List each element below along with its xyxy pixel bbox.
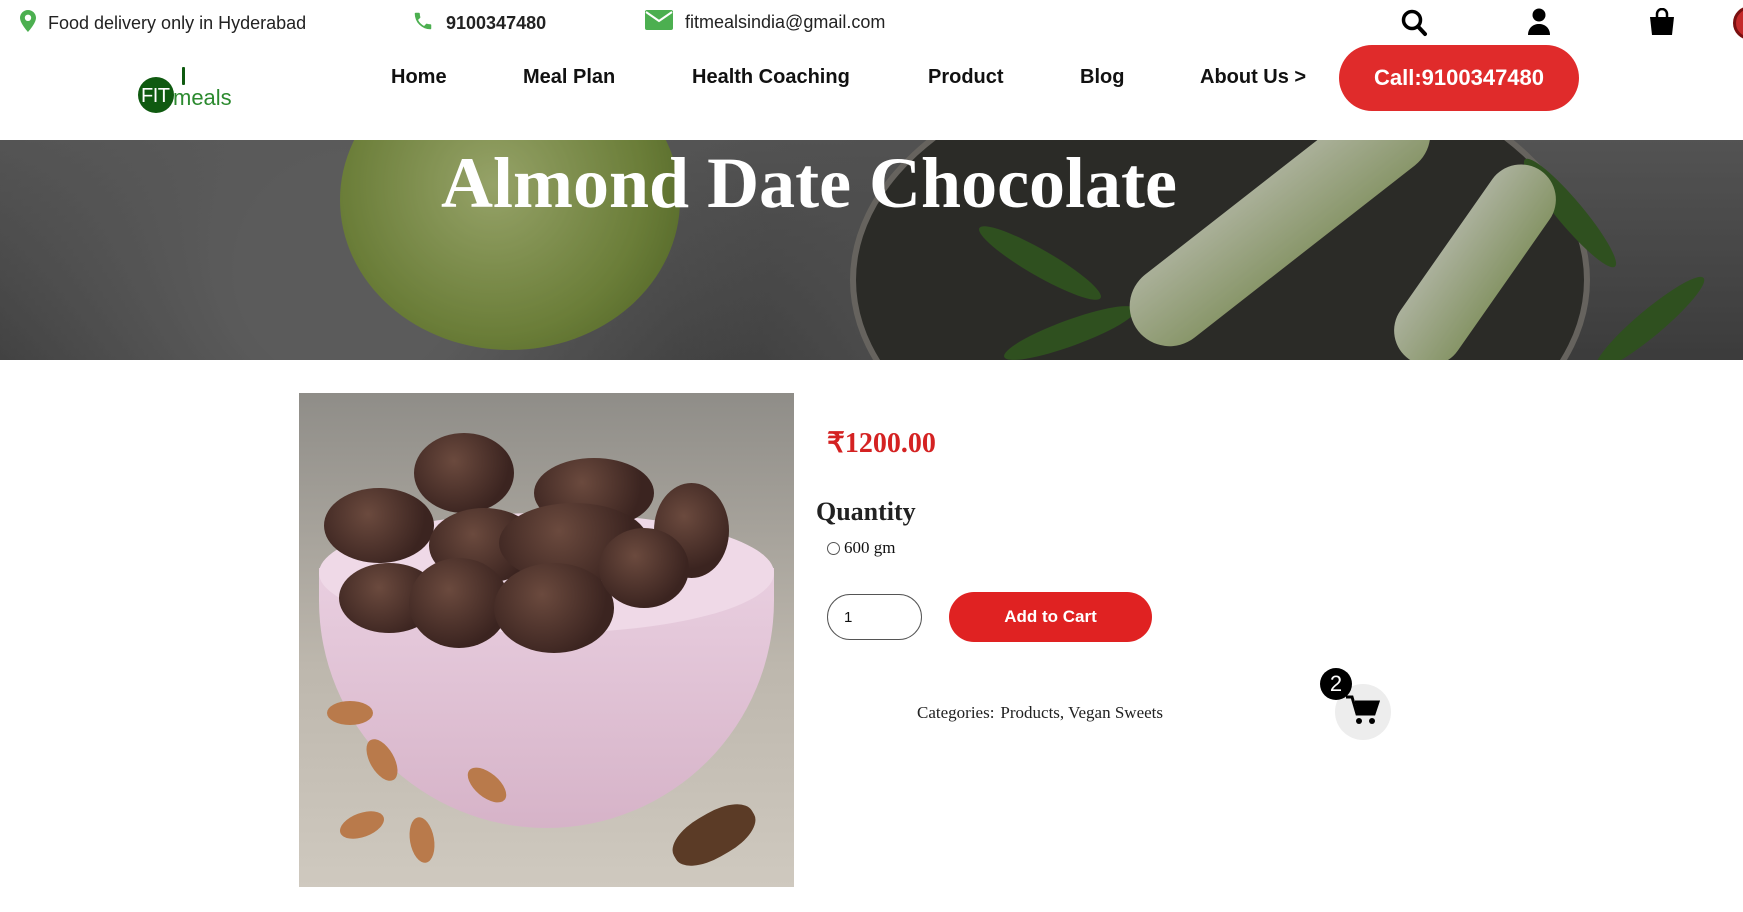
- nav-about-us[interactable]: About Us >: [1200, 66, 1306, 89]
- phone-number: 9100347480: [446, 13, 547, 33]
- nav-home[interactable]: Home: [391, 66, 447, 89]
- phone-icon: [412, 10, 446, 37]
- email-contact[interactable]: fitmealsindia@gmail.com: [645, 10, 885, 35]
- phone-contact[interactable]: 9100347480: [412, 10, 546, 37]
- search-icon[interactable]: [1400, 8, 1440, 38]
- option-radio[interactable]: [827, 541, 840, 555]
- product-image: [299, 393, 794, 887]
- top-info-bar: Food delivery only in Hyderabad 91003474…: [0, 0, 1743, 46]
- product-categories: Categories: Products, Vegan Sweets: [917, 703, 1163, 723]
- chocolate-piece: [324, 488, 434, 563]
- categories-value[interactable]: Products, Vegan Sweets: [1000, 703, 1163, 722]
- almond: [406, 815, 438, 865]
- chocolate-piece: [599, 528, 689, 608]
- mail-icon: [645, 10, 685, 35]
- page-title: Almond Date Chocolate: [0, 142, 1743, 225]
- quantity-option[interactable]: 600 gm: [827, 538, 895, 558]
- add-to-cart-button[interactable]: Add to Cart: [949, 592, 1152, 642]
- quantity-label: Quantity: [816, 497, 916, 526]
- almond: [327, 701, 373, 725]
- quantity-input[interactable]: 1: [827, 594, 922, 640]
- delivery-info: Food delivery only in Hyderabad: [20, 10, 306, 37]
- cart-icon: [1346, 695, 1381, 730]
- user-icon[interactable]: [1528, 8, 1562, 38]
- product-price: ₹1200.00: [827, 428, 936, 459]
- edge-widget[interactable]: [1733, 6, 1743, 40]
- page-title-text: Almond Date Chocolate: [441, 143, 1177, 223]
- cart-count-badge: 2: [1320, 668, 1352, 700]
- categories-label: Categories:: [917, 703, 995, 722]
- bag-icon[interactable]: [1648, 7, 1688, 38]
- nav-meal-plan[interactable]: Meal Plan: [523, 66, 615, 89]
- date-fruit: [664, 793, 764, 877]
- chocolate-piece: [494, 563, 614, 653]
- nav-blog[interactable]: Blog: [1080, 66, 1124, 89]
- email-address: fitmealsindia@gmail.com: [685, 12, 886, 32]
- delivery-text: Food delivery only in Hyderabad: [48, 13, 307, 33]
- quantity-value: 1: [844, 608, 853, 626]
- call-button[interactable]: Call:9100347480: [1339, 45, 1579, 111]
- nav-health-coaching[interactable]: Health Coaching: [692, 66, 850, 89]
- almond: [336, 805, 388, 845]
- map-pin-icon: [20, 10, 48, 37]
- chocolate-piece: [414, 433, 514, 513]
- nav-product[interactable]: Product: [928, 66, 1004, 89]
- option-label: 600 gm: [844, 538, 896, 557]
- hero-banner: Almond Date Chocolate: [0, 140, 1743, 360]
